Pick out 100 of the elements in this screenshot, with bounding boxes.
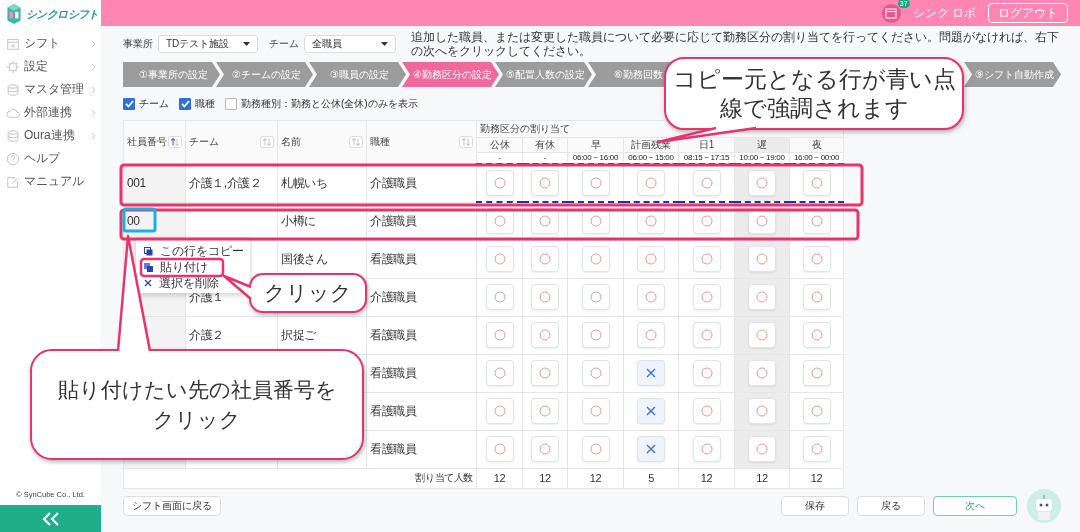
dropdown[interactable]: 全職員 [304, 34, 396, 53]
circle-icon [539, 215, 551, 228]
assignment-toggle[interactable] [637, 436, 665, 462]
gear-icon [6, 59, 20, 74]
assignment-toggle[interactable] [692, 246, 721, 272]
circle-icon [700, 367, 713, 379]
circle-icon [810, 291, 823, 303]
assignment-toggle[interactable] [748, 360, 776, 386]
assignment-toggle[interactable] [581, 436, 610, 462]
footer-button[interactable]: 保存 [781, 496, 849, 516]
nav-item[interactable]: Oura連携 [0, 124, 101, 147]
footer-button[interactable]: 戻る [857, 496, 925, 516]
assignment-toggle[interactable] [581, 208, 610, 235]
column-header[interactable]: 社員番号 [123, 120, 186, 164]
robot-avatar-icon[interactable] [1027, 489, 1061, 523]
nav-item[interactable]: 外部連携 [0, 101, 101, 124]
assignment-toggle[interactable] [485, 398, 514, 424]
assignment-toggle[interactable] [531, 170, 559, 196]
assignment-toggle[interactable] [802, 398, 831, 424]
column-header[interactable]: 名前 [277, 120, 367, 164]
assignment-toggle[interactable] [637, 398, 665, 424]
assignment-toggle[interactable] [748, 284, 776, 310]
assignment-toggle[interactable] [485, 322, 514, 348]
sort-icon[interactable] [260, 136, 274, 149]
column-header[interactable]: チーム [185, 120, 278, 164]
assignment-toggle[interactable] [692, 436, 721, 462]
sort-icon[interactable] [349, 136, 363, 149]
assignment-toggle[interactable] [531, 322, 559, 348]
assignment-toggle[interactable] [531, 208, 559, 235]
assignment-toggle[interactable] [637, 360, 665, 386]
assignment-toggle[interactable] [531, 436, 559, 462]
assignment-toggle[interactable] [581, 246, 610, 272]
sort-icon[interactable] [459, 136, 473, 149]
checkbox[interactable] [225, 98, 237, 110]
assignment-toggle[interactable] [581, 170, 610, 196]
assignment-toggle[interactable] [748, 246, 776, 272]
assignment-toggle[interactable] [485, 360, 514, 386]
checkbox[interactable] [123, 98, 135, 110]
assignment-toggle[interactable] [802, 208, 831, 235]
menu-item[interactable]: この行をコピー [136, 243, 250, 259]
nav-item[interactable]: シフト [0, 32, 101, 55]
assignment-toggle[interactable] [748, 170, 776, 196]
assignment-toggle[interactable] [802, 322, 831, 348]
assignment-toggle[interactable] [692, 322, 721, 348]
menu-item[interactable]: 貼り付け [136, 259, 214, 275]
assignment-toggle[interactable] [637, 170, 665, 196]
circle-icon [700, 291, 713, 303]
assignment-toggle[interactable] [581, 284, 610, 310]
assignment-toggle[interactable] [531, 284, 559, 310]
circle-icon [810, 329, 823, 341]
assignment-toggle[interactable] [581, 322, 610, 348]
assignment-toggle[interactable] [748, 398, 776, 424]
assignment-toggle[interactable] [802, 436, 831, 462]
assignment-toggle[interactable] [748, 322, 776, 348]
assignment-toggle[interactable] [485, 284, 514, 310]
assignment-toggle[interactable] [581, 360, 610, 386]
checkbox-label: チーム [139, 97, 169, 111]
assignment-toggle[interactable] [485, 246, 514, 272]
cross-icon [646, 368, 656, 378]
caret-icon [381, 41, 388, 46]
assignment-toggle[interactable] [637, 246, 665, 272]
assignment-toggle[interactable] [637, 284, 665, 310]
circle-icon [810, 177, 823, 189]
assignment-toggle[interactable] [802, 170, 831, 196]
assignment-toggle[interactable] [748, 436, 776, 462]
assignment-toggle[interactable] [802, 284, 831, 310]
collapse-button[interactable] [0, 505, 101, 532]
circle-icon [700, 405, 713, 417]
assignment-toggle[interactable] [581, 398, 610, 424]
dropdown[interactable]: TDテスト施設 [158, 34, 258, 53]
calendar-button[interactable] [881, 3, 901, 23]
assignment-toggle[interactable] [485, 208, 514, 235]
circle-icon [493, 291, 506, 303]
assignment-toggle[interactable] [802, 360, 831, 386]
assignment-toggle[interactable] [692, 360, 721, 386]
nav-item[interactable]: 設定 [0, 55, 101, 78]
checkbox[interactable] [179, 98, 191, 110]
nav-item[interactable]: ヘルプ [0, 147, 101, 170]
assignment-toggle[interactable] [637, 322, 665, 348]
assignment-toggle[interactable] [485, 170, 514, 196]
assignment-toggle[interactable] [531, 246, 559, 272]
total-count: 5 [623, 468, 679, 488]
total-count: 12 [567, 468, 624, 488]
back-to-shift-button[interactable]: シフト画面に戻る [123, 496, 221, 516]
sort-icon[interactable] [168, 136, 182, 149]
assignment-toggle[interactable] [692, 284, 721, 310]
nav-item[interactable]: マニュアル [0, 170, 101, 193]
table-cell: 看護職員 [366, 240, 477, 278]
caret-icon [243, 41, 250, 46]
assignment-toggle[interactable] [637, 208, 665, 235]
column-header[interactable]: 職種 [366, 120, 477, 164]
assignment-toggle[interactable] [485, 436, 514, 462]
assignment-toggle[interactable] [692, 170, 721, 196]
assignment-toggle[interactable] [692, 398, 721, 424]
assignment-toggle[interactable] [802, 246, 831, 272]
nav-item[interactable]: マスタ管理 [0, 78, 101, 101]
assignment-toggle[interactable] [531, 398, 559, 424]
assignment-toggle[interactable] [531, 360, 559, 386]
assignment-toggle[interactable] [748, 208, 776, 235]
assignment-toggle[interactable] [692, 208, 721, 235]
